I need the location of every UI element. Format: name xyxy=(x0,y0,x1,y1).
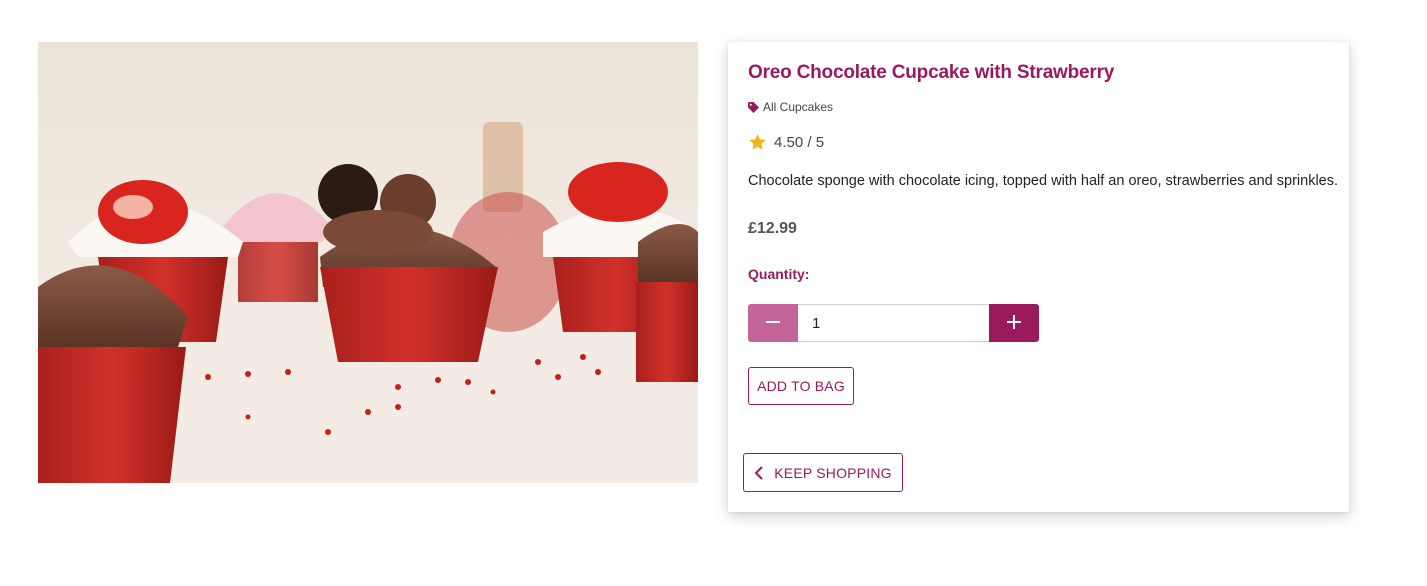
quantity-input[interactable] xyxy=(798,304,989,342)
rating-value: 4.50 / 5 xyxy=(774,134,825,151)
product-price: £12.99 xyxy=(748,220,797,237)
increment-button[interactable] xyxy=(989,304,1039,342)
product-image xyxy=(38,42,698,483)
decrement-button[interactable] xyxy=(748,304,798,342)
add-to-bag-button[interactable]: ADD TO BAG xyxy=(748,367,854,405)
keep-shopping-button[interactable]: KEEP SHOPPING xyxy=(743,453,903,492)
category-link[interactable]: All Cupcakes xyxy=(748,100,833,114)
chevron-left-icon xyxy=(754,465,764,480)
product-rating: 4.50 / 5 xyxy=(748,133,824,152)
category-label: All Cupcakes xyxy=(763,100,834,114)
plus-icon xyxy=(1007,314,1021,332)
keep-shopping-label: KEEP SHOPPING xyxy=(774,464,892,481)
quantity-label: Quantity: xyxy=(748,266,810,282)
product-title: Oreo Chocolate Cupcake with Strawberry xyxy=(748,62,1115,83)
tag-icon xyxy=(748,101,759,113)
quantity-stepper xyxy=(748,304,1039,342)
product-description: Chocolate sponge with chocolate icing, t… xyxy=(748,173,1339,189)
star-icon xyxy=(748,133,767,152)
cupcake-photo xyxy=(38,42,698,483)
product-details-card: Oreo Chocolate Cupcake with Strawberry A… xyxy=(728,42,1349,512)
minus-icon xyxy=(766,315,780,332)
